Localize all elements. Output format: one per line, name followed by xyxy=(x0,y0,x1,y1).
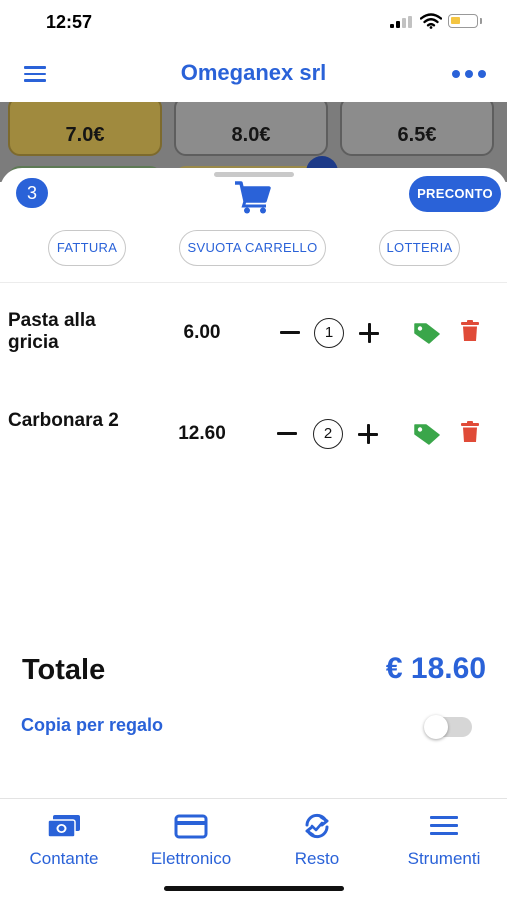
fattura-button[interactable]: FATTURA xyxy=(48,230,126,266)
preconto-button[interactable]: PRECONTO xyxy=(409,176,501,212)
discount-tag-icon[interactable] xyxy=(414,423,440,445)
decrease-quantity-button[interactable] xyxy=(277,432,297,435)
discount-tag-icon[interactable] xyxy=(414,322,440,344)
credit-card-icon xyxy=(174,814,208,839)
sheet-grabber[interactable] xyxy=(214,172,294,177)
tab-contante-label: Contante xyxy=(29,849,99,868)
tab-strumenti[interactable]: Strumenti xyxy=(390,809,498,869)
change-cycle-icon xyxy=(305,813,329,839)
wifi-icon xyxy=(420,13,442,29)
tab-resto[interactable]: Resto xyxy=(268,809,366,869)
lotteria-button[interactable]: LOTTERIA xyxy=(379,230,460,266)
status-bar: 12:57 xyxy=(0,0,507,48)
payment-tab-bar: Contante Elettronico Resto Strumenti xyxy=(0,798,507,900)
cart-count-badge: 3 xyxy=(16,178,48,208)
shopping-cart-icon xyxy=(235,181,271,214)
nav-header: Omeganex srl xyxy=(0,48,507,102)
product-tile-price: 8.0€ xyxy=(231,124,271,146)
battery-icon xyxy=(448,14,478,28)
product-tile: 6.5€ xyxy=(340,102,494,156)
product-tile-price: 7.0€ xyxy=(65,124,105,146)
tab-resto-label: Resto xyxy=(294,849,340,868)
cart-item-name: Pasta alla gricia xyxy=(8,310,96,353)
cart-item-row: Pasta alla gricia 6.00 1 xyxy=(0,298,507,378)
cart-item-name: Carbonara 2 xyxy=(8,410,119,431)
delete-trash-icon[interactable] xyxy=(461,421,479,443)
cash-icon xyxy=(47,815,80,838)
product-tile: 7.0€ xyxy=(8,102,162,156)
tab-contante[interactable]: Contante xyxy=(10,809,118,869)
divider xyxy=(0,282,507,283)
total-label: Totale xyxy=(22,654,106,686)
tab-strumenti-label: Strumenti xyxy=(407,849,481,868)
battery-tip xyxy=(480,18,482,24)
home-indicator[interactable] xyxy=(164,886,344,891)
cart-sheet: 3 PRECONTO FATTURA SVUOTA CARRELLO LOTTE… xyxy=(0,168,507,900)
decrease-quantity-button[interactable] xyxy=(280,331,300,334)
empty-cart-button[interactable]: SVUOTA CARRELLO xyxy=(179,230,326,266)
signal-icon xyxy=(390,16,412,28)
cart-item-row: Carbonara 2 12.60 2 xyxy=(0,400,507,480)
cart-item-price: 6.00 xyxy=(183,322,221,343)
gift-copy-label: Copia per regalo xyxy=(21,715,164,735)
status-time: 12:57 xyxy=(46,12,93,32)
gift-copy-toggle[interactable] xyxy=(424,715,472,739)
increase-quantity-button[interactable] xyxy=(359,323,379,343)
more-options-icon[interactable] xyxy=(452,70,486,78)
menu-lines-icon xyxy=(430,816,458,835)
toggle-knob xyxy=(424,715,448,739)
total-amount: € 18.60 xyxy=(385,652,486,685)
product-tile: 8.0€ xyxy=(174,102,328,156)
tab-elettronico-label: Elettronico xyxy=(150,849,232,868)
increase-quantity-button[interactable] xyxy=(358,424,378,444)
cart-item-price: 12.60 xyxy=(178,423,226,444)
quantity-badge: 2 xyxy=(313,419,343,449)
tab-elettronico[interactable]: Elettronico xyxy=(132,809,250,869)
quantity-badge: 1 xyxy=(314,318,344,348)
product-tile-price: 6.5€ xyxy=(397,124,437,146)
page-title: Omeganex srl xyxy=(180,60,327,85)
delete-trash-icon[interactable] xyxy=(461,320,479,342)
